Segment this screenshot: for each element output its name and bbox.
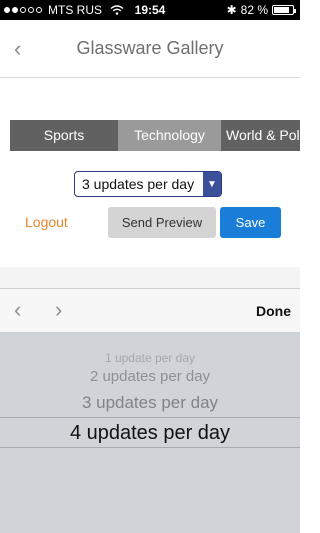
picker-option[interactable]: 3 updates per day <box>0 393 300 413</box>
picker-option[interactable]: 1 update per day <box>0 351 300 365</box>
category-tabs: Sports Technology World & Pol <box>10 120 300 151</box>
bluetooth-icon: ✱ <box>226 3 237 17</box>
page-title: Glassware Gallery <box>76 38 224 58</box>
battery-icon <box>272 5 296 15</box>
picker-option-selected[interactable]: 4 updates per day <box>0 422 300 445</box>
picker-wheel[interactable]: 1 update per day 2 updates per day 3 upd… <box>0 333 300 533</box>
next-chevron-icon[interactable]: › <box>55 297 62 323</box>
send-preview-button[interactable]: Send Preview <box>108 207 216 238</box>
picker-toolbar: ‹ › Done <box>0 288 300 333</box>
previous-chevron-icon[interactable]: ‹ <box>14 297 21 323</box>
logout-link[interactable]: Logout <box>25 214 68 230</box>
dropdown-arrow-icon: ▼ <box>203 172 221 196</box>
save-button[interactable]: Save <box>220 207 281 238</box>
tab-technology[interactable]: Technology <box>118 120 221 151</box>
battery-percent: 82 % <box>240 3 268 17</box>
picker-option[interactable]: 2 updates per day <box>0 368 300 385</box>
tab-sports[interactable]: Sports <box>10 120 118 151</box>
section-divider <box>0 267 300 288</box>
navigation-bar: ‹ Glassware Gallery <box>0 20 300 78</box>
done-button[interactable]: Done <box>256 303 291 319</box>
tab-world-politics[interactable]: World & Pol <box>221 120 300 151</box>
status-right: ✱ 82 % <box>226 3 296 17</box>
frequency-select-value: 3 updates per day <box>82 176 195 192</box>
battery-fill <box>274 7 289 13</box>
frequency-select[interactable]: 3 updates per day ▼ <box>74 171 222 197</box>
status-bar: MTS RUS 19:54 ✱ 82 % <box>0 0 300 20</box>
